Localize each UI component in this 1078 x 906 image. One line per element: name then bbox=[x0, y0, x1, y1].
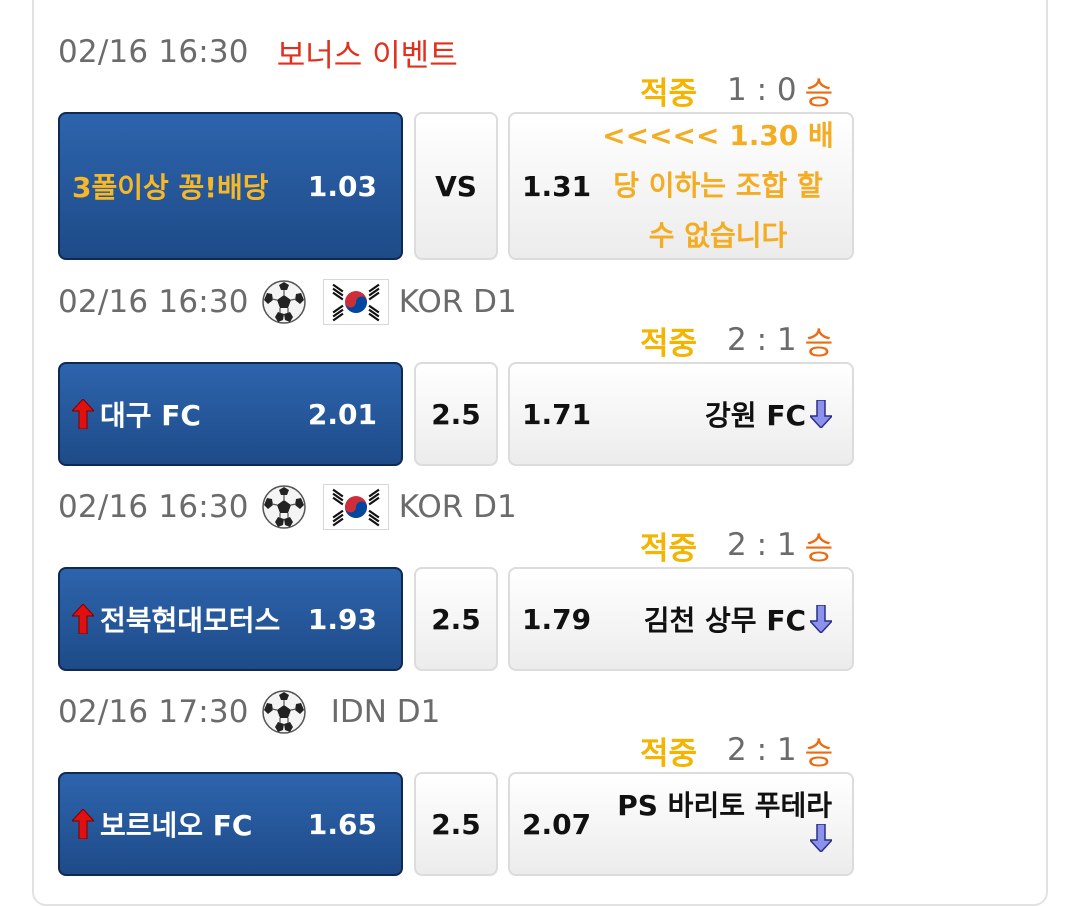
league-name: KOR D1 bbox=[398, 489, 517, 525]
final-score: 2 : 1 bbox=[727, 322, 797, 358]
hit-label: 적중 bbox=[640, 530, 698, 567]
soccer-ball-icon bbox=[261, 280, 306, 324]
match-meta: 02/16 16:30 KOR D1 bbox=[58, 481, 517, 533]
handicap-button[interactable]: 2.5 bbox=[414, 567, 498, 671]
match-result: 적중 1 : 0 승 bbox=[640, 66, 833, 114]
home-team-name: 대구 FC bbox=[100, 399, 201, 432]
away-odds: 1.31 bbox=[522, 169, 592, 203]
result-outcome: 승 bbox=[804, 325, 834, 362]
match-meta: 02/16 16:30 보너스 이벤트 bbox=[58, 26, 458, 78]
match-result: 적중 2 : 1 승 bbox=[640, 726, 833, 774]
match-bonus-event: 02/16 16:30 보너스 이벤트 적중 1 : 0 승 3폴이상 꽁!배당… bbox=[0, 22, 1078, 260]
home-team: 대구 FC bbox=[72, 364, 201, 464]
handicap-button[interactable]: 2.5 bbox=[414, 362, 498, 466]
away-team: 김천 상무 FC bbox=[644, 569, 832, 669]
away-odds: 1.71 bbox=[522, 397, 592, 431]
match-row: 02/16 16:30 KOR D1 적중 2 : 1 승 전북현대모터스 1.… bbox=[0, 477, 1078, 683]
hit-label: 적중 bbox=[640, 75, 698, 112]
away-team: 강원 FC bbox=[705, 364, 832, 464]
home-bet-button[interactable]: 보르네오 FC 1.65 bbox=[58, 772, 403, 876]
match-row: 02/16 17:30 IDN D1 적중 2 : 1 승 보르네오 FC 1.… bbox=[0, 682, 1078, 888]
home-bet-button[interactable]: 대구 FC 2.01 bbox=[58, 362, 403, 466]
down-arrow-icon bbox=[810, 400, 832, 428]
match-meta: 02/16 16:30 KOR D1 bbox=[58, 276, 517, 328]
match-meta: 02/16 17:30 IDN D1 bbox=[58, 686, 440, 738]
match-result: 적중 2 : 1 승 bbox=[640, 521, 833, 569]
home-team: 보르네오 FC bbox=[72, 774, 252, 874]
away-team: PS 바리토 푸테라 bbox=[617, 774, 832, 874]
away-bet-button[interactable]: 1.31 <<<<< 1.30 배당 이하는 조합 할수 없습니다 bbox=[508, 112, 854, 260]
home-bet-button[interactable]: 3폴이상 꽁!배당 1.03 bbox=[58, 112, 403, 260]
home-odds: 1.03 bbox=[307, 169, 377, 203]
match-time: 02/16 16:30 bbox=[58, 489, 249, 525]
away-bet-button[interactable]: 1.79 김천 상무 FC bbox=[508, 567, 854, 671]
home-team: 전북현대모터스 bbox=[72, 569, 280, 669]
final-score: 1 : 0 bbox=[727, 72, 797, 108]
result-outcome: 승 bbox=[804, 75, 834, 112]
home-odds: 1.93 bbox=[307, 602, 377, 636]
away-team-name: 김천 상무 FC bbox=[643, 604, 806, 637]
home-team-name: 보르네오 FC bbox=[100, 809, 253, 842]
home-team-name: 3폴이상 꽁!배당 bbox=[72, 171, 269, 204]
match-time: 02/16 17:30 bbox=[58, 694, 249, 730]
down-arrow-icon bbox=[810, 824, 832, 852]
bonus-notice: <<<<< 1.30 배당 이하는 조합 할수 없습니다 bbox=[602, 119, 834, 252]
soccer-ball-icon bbox=[261, 485, 306, 529]
up-arrow-icon bbox=[72, 809, 94, 839]
final-score: 2 : 1 bbox=[727, 732, 797, 768]
result-outcome: 승 bbox=[804, 530, 834, 567]
handicap-button[interactable]: 2.5 bbox=[414, 772, 498, 876]
down-arrow-icon bbox=[810, 605, 832, 633]
away-bet-button[interactable]: 1.71 강원 FC bbox=[508, 362, 854, 466]
vs-button[interactable]: VS bbox=[414, 112, 498, 260]
result-outcome: 승 bbox=[804, 735, 834, 772]
away-odds: 1.79 bbox=[522, 602, 592, 636]
home-odds: 1.65 bbox=[307, 807, 377, 841]
home-team-name: 전북현대모터스 bbox=[100, 604, 281, 637]
up-arrow-icon bbox=[72, 604, 94, 634]
event-title: 보너스 이벤트 bbox=[276, 37, 458, 74]
final-score: 2 : 1 bbox=[727, 527, 797, 563]
away-team-name: 강원 FC bbox=[705, 399, 806, 432]
match-result: 적중 2 : 1 승 bbox=[640, 316, 833, 364]
away-team-name: PS 바리토 푸테라 bbox=[617, 789, 832, 822]
away-bet-button[interactable]: 2.07 PS 바리토 푸테라 bbox=[508, 772, 854, 876]
home-odds: 2.01 bbox=[307, 397, 377, 431]
hit-label: 적중 bbox=[640, 735, 698, 772]
league-name: IDN D1 bbox=[330, 694, 441, 730]
up-arrow-icon bbox=[72, 399, 94, 429]
home-bet-button[interactable]: 전북현대모터스 1.93 bbox=[58, 567, 403, 671]
soccer-ball-icon bbox=[261, 690, 306, 734]
korea-flag-icon bbox=[322, 484, 389, 530]
korea-flag-icon bbox=[322, 279, 389, 325]
match-row: 02/16 16:30 KOR D1 적중 2 : 1 승 대구 FC 2.01… bbox=[0, 272, 1078, 478]
away-odds: 2.07 bbox=[522, 807, 592, 841]
league-name: KOR D1 bbox=[398, 284, 517, 320]
hit-label: 적중 bbox=[640, 325, 698, 362]
match-time: 02/16 16:30 bbox=[58, 284, 249, 320]
match-time: 02/16 16:30 bbox=[58, 34, 249, 70]
